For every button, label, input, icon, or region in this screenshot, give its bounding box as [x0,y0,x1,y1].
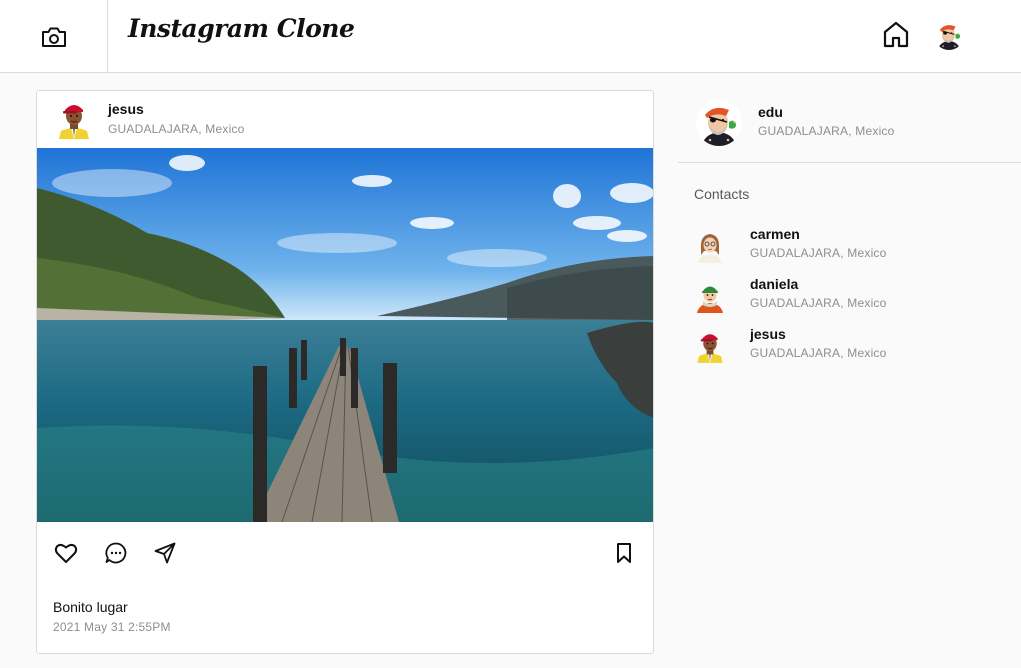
man-red-cap-avatar[interactable] [55,99,93,139]
send-icon [154,542,176,564]
home-icon [883,21,909,48]
save-button[interactable] [611,540,637,566]
contact-item[interactable]: daniela GUADALAJARA, Mexico [694,276,994,320]
current-user-panel: edu GUADALAJARA, Mexico [678,90,1021,163]
contact-username: carmen [750,226,800,242]
contact-item[interactable]: jesus GUADALAJARA, Mexico [694,326,994,370]
bookmark-icon [617,543,631,563]
pirate-avatar [934,20,964,50]
camera-button[interactable] [0,0,108,73]
top-navbar: Instagram Clone [0,0,1021,73]
contact-username: daniela [750,276,799,292]
pirate-avatar[interactable] [696,100,742,146]
profile-avatar-button[interactable] [934,20,964,50]
app-logo[interactable]: Instagram Clone [128,14,355,43]
contact-location: GUADALAJARA, Mexico [750,246,887,260]
like-button[interactable] [53,540,79,566]
post-username[interactable]: jesus [108,101,144,117]
comment-icon [105,542,127,564]
post-caption: Bonito lugar [53,599,128,615]
post-location: GUADALAJARA, Mexico [108,122,245,136]
man-red-cap-avatar [696,333,724,363]
contact-location: GUADALAJARA, Mexico [750,346,887,360]
woman-glasses-avatar [697,233,723,263]
share-button[interactable] [152,540,178,566]
camera-icon [41,27,66,47]
contact-location: GUADALAJARA, Mexico [750,296,887,310]
heart-icon [54,544,78,563]
comment-button[interactable] [103,540,129,566]
contact-username: jesus [750,326,786,342]
post-card: jesus GUADALAJARA, Mexico Bonito lugar 2… [36,90,654,654]
post-header: jesus GUADALAJARA, Mexico [37,91,653,148]
woman-green-hat-avatar [696,286,724,313]
contacts-heading: Contacts [694,186,750,202]
current-username[interactable]: edu [758,104,783,120]
home-button[interactable] [881,19,911,49]
post-timestamp: 2021 May 31 2:55PM [53,620,171,634]
contact-item[interactable]: carmen GUADALAJARA, Mexico [694,226,994,270]
current-user-location: GUADALAJARA, Mexico [758,124,895,138]
post-image[interactable] [37,148,654,522]
